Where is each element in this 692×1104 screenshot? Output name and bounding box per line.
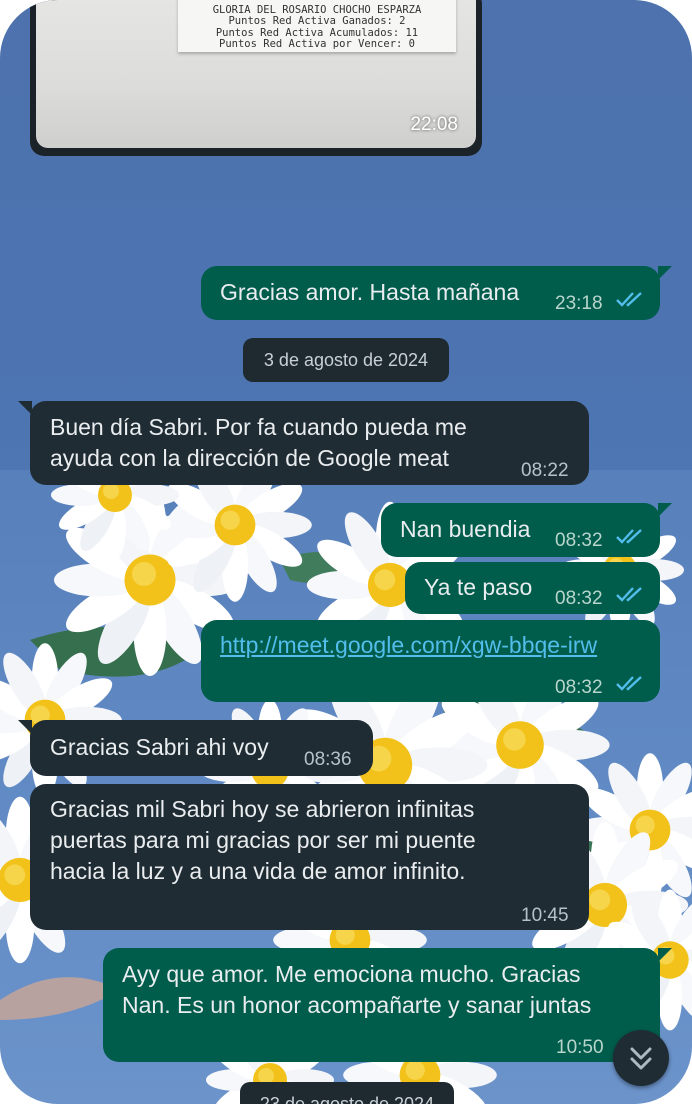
message-time: 10:45 [521,905,569,926]
double-check-icon [616,529,642,544]
double-check-icon [616,292,642,307]
message-time: 08:36 [304,749,352,770]
meet-link[interactable]: http://meet.google.com/xgw-bbqe-irw [220,630,597,661]
incoming-message[interactable]: Gracias Sabri ahi voy 08:36 [18,720,373,776]
message-text: Ayy que amor. Me emociona mucho. Gracias [122,961,581,987]
chat-screen: ================================= GLORIA… [0,0,692,1104]
outgoing-message[interactable]: Nan buendia 08:32 [381,503,672,557]
receipt-slip: ================================= GLORIA… [178,0,456,52]
bubble-tail [658,503,672,517]
double-check-icon [616,587,642,602]
incoming-message[interactable]: Buen día Sabri. Por fa cuando pueda me a… [18,401,589,485]
scroll-down-button[interactable] [613,1030,669,1086]
message-time: 08:32 [555,677,603,698]
outgoing-message[interactable]: http://meet.google.com/xgw-bbqe-irw 08:3… [201,620,660,702]
date-separator: 3 de agosto de 2024 [243,338,449,382]
bubble-tail [658,948,672,962]
bubble-tail [658,266,672,280]
outgoing-message[interactable]: Ya te paso 08:32 [405,562,660,614]
message-time: 08:32 [555,530,603,551]
message-time: 10:50 [556,1037,604,1058]
incoming-message[interactable]: Gracias mil Sabri hoy se abrieron infini… [30,784,589,930]
double-check-icon [616,676,642,691]
message-text: Gracias amor. Hasta mañana [220,279,520,305]
message-time: 23:18 [555,293,603,314]
receipt-line: Puntos Red Activa por Vencer: 0 [219,38,415,50]
bubble-tail [18,401,32,415]
receipt-photo[interactable]: ================================= GLORIA… [36,0,476,148]
message-text: Gracias Sabri ahi voy [50,734,269,760]
outgoing-message[interactable]: Ayy que amor. Me emociona mucho. Gracias… [103,948,672,1062]
message-time: 22:08 [410,114,458,135]
message-time: 08:32 [555,588,603,609]
message-text: Gracias mil Sabri hoy se abrieron infini… [50,796,475,822]
message-text: Nan buendia [400,516,531,542]
chevrons-down-icon [630,1047,652,1070]
message-text: Buen día Sabri. Por fa cuando pueda me [50,414,467,440]
message-text: Ya te paso [424,574,533,600]
outgoing-message[interactable]: Gracias amor. Hasta mañana 23:18 [201,266,672,320]
image-message[interactable]: ================================= GLORIA… [30,0,482,156]
message-time: 08:22 [521,460,569,481]
receipt-line: Puntos Red Activa Ganados: 2 [228,15,406,27]
message-text: puertas para mi gracias por ser mi puent… [50,827,476,853]
message-text: ayuda con la dirección de Google meat [50,445,449,471]
bubble-tail [18,720,32,734]
date-separator: 23 de agosto de 2024 [240,1082,454,1104]
message-text: hacia la luz y a una vida de amor infini… [50,858,466,884]
message-text: Nan. Es un honor acompañarte y sanar jun… [122,992,592,1018]
